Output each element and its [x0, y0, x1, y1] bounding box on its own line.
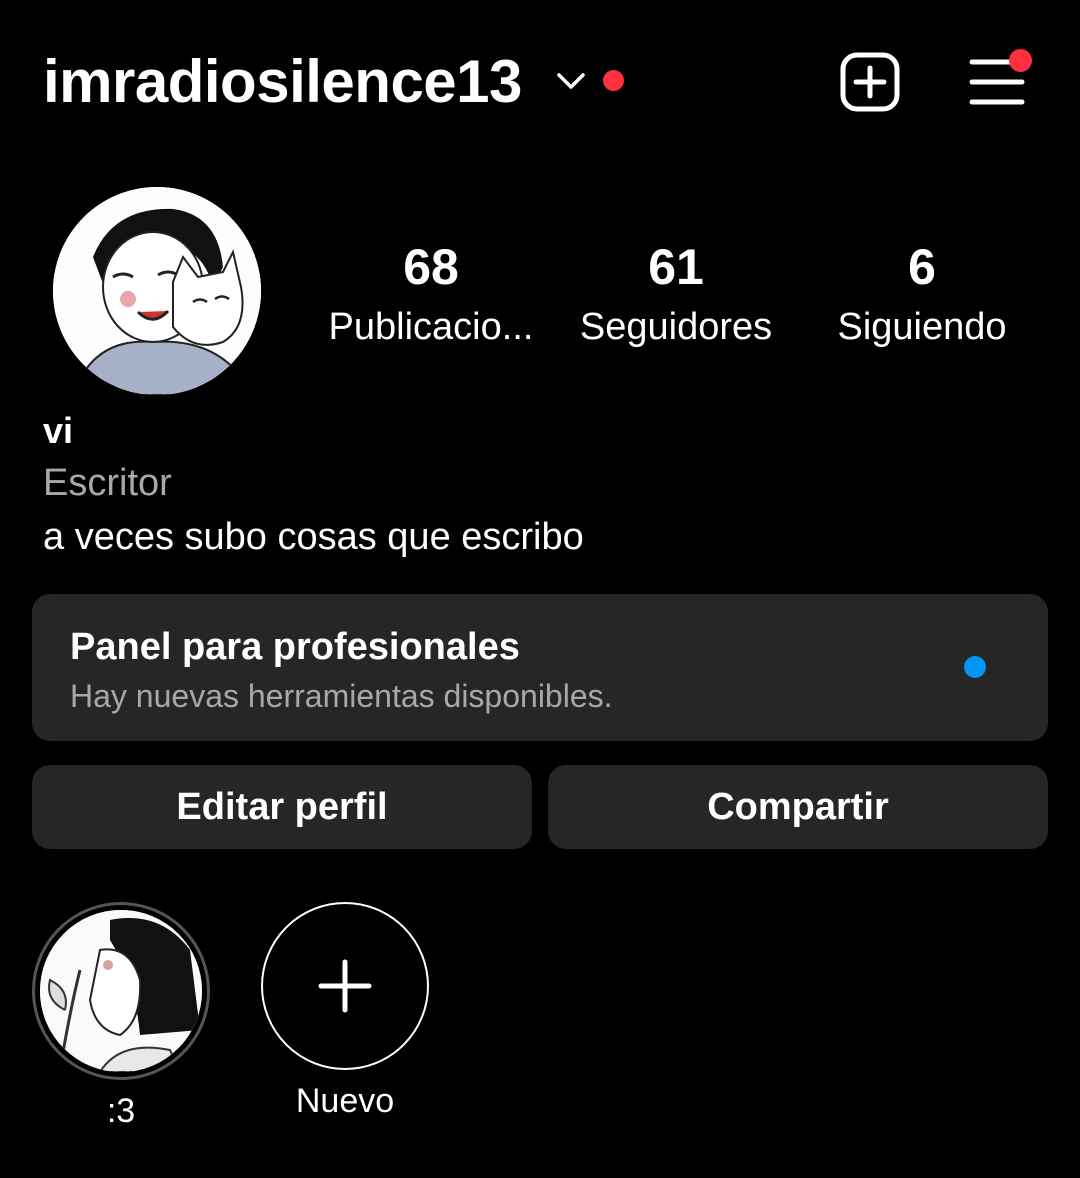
posts-count: 68: [403, 239, 459, 295]
account-notification-dot: [603, 70, 624, 91]
posts-label: Publicacio...: [328, 306, 534, 348]
profile-category: Escritor: [43, 462, 172, 504]
edit-profile-button[interactable]: Editar perfil: [32, 765, 532, 849]
highlight-label: :3: [106, 1092, 136, 1130]
add-content-icon[interactable]: [838, 52, 902, 112]
story-highlight[interactable]: :3: [26, 902, 216, 1131]
following-count: 6: [908, 239, 936, 295]
followers-count: 61: [648, 239, 704, 295]
profile-name: vi: [43, 410, 74, 451]
share-profile-button[interactable]: Compartir: [548, 765, 1048, 849]
username-switcher[interactable]: imradiosilence13: [43, 47, 522, 117]
new-indicator-dot: [964, 656, 986, 678]
profile-avatar[interactable]: [53, 187, 261, 395]
plus-icon: [318, 959, 372, 1013]
followers-label: Seguidores: [579, 306, 773, 348]
stat-following[interactable]: 6 Siguiendo: [802, 238, 1042, 352]
professional-dashboard-card[interactable]: Panel para profesionales Hay nuevas herr…: [32, 594, 1048, 741]
new-highlight-button[interactable]: Nuevo: [250, 902, 440, 1121]
new-highlight-label: Nuevo: [295, 1082, 395, 1120]
highlight-ring: [32, 902, 210, 1080]
avatar-illustration: [53, 187, 261, 395]
stat-followers[interactable]: 61 Seguidores: [556, 238, 796, 352]
profile-bio: a veces subo cosas que escribo: [43, 516, 584, 558]
top-bar: imradiosilence13: [0, 0, 1080, 165]
panel-subtitle: Hay nuevas herramientas disponibles.: [70, 678, 613, 714]
highlight-illustration: [40, 910, 202, 1072]
panel-title: Panel para profesionales: [70, 626, 520, 668]
chevron-down-icon[interactable]: [556, 70, 586, 92]
highlight-cover: [40, 910, 202, 1072]
new-highlight-circle: [261, 902, 429, 1070]
following-label: Siguiendo: [837, 306, 1007, 348]
menu-notification-dot: [1009, 49, 1032, 72]
stat-posts[interactable]: 68 Publicacio...: [311, 238, 551, 352]
